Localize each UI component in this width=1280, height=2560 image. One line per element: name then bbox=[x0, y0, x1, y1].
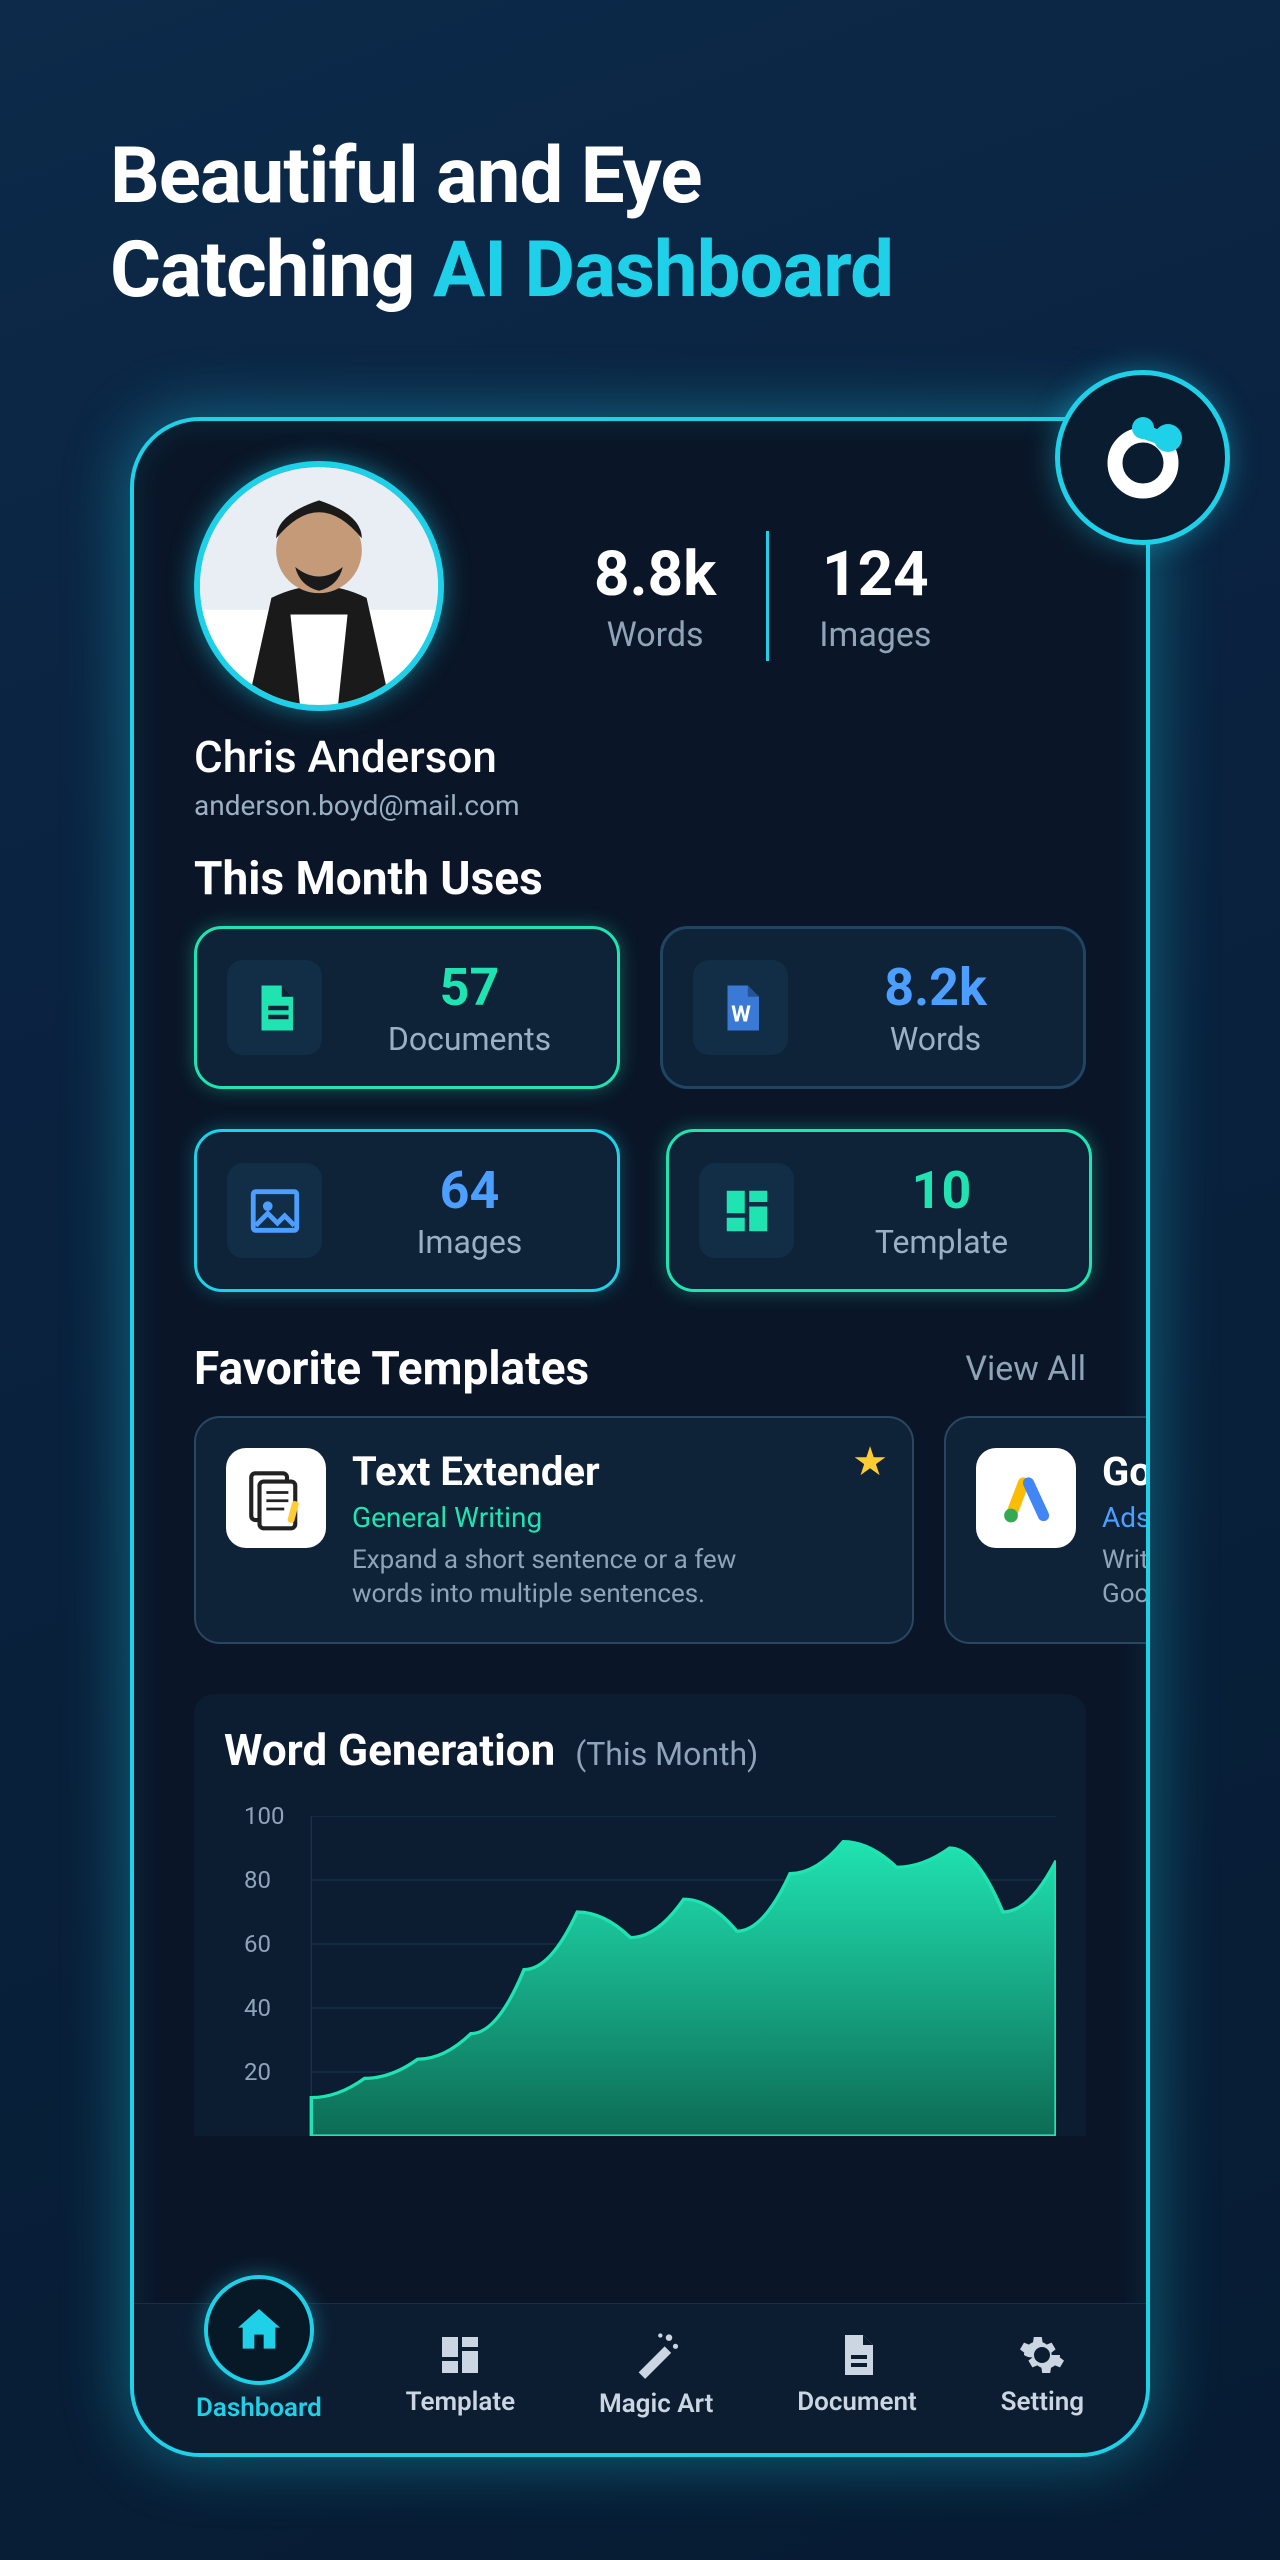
usage-value: 57 bbox=[352, 957, 587, 1018]
document-icon bbox=[227, 960, 322, 1055]
nav-label: Document bbox=[797, 2387, 917, 2417]
template-category: General Writing bbox=[352, 1501, 782, 1534]
template-title: Text Extender bbox=[352, 1448, 782, 1495]
chart-block: Word Generation (This Month) 100 80 60 4… bbox=[194, 1694, 1086, 2136]
user-block: Chris Anderson anderson.boyd@mail.com bbox=[164, 711, 1116, 822]
stat-words-value: 8.8k bbox=[594, 538, 716, 611]
google-ads-icon bbox=[976, 1448, 1076, 1548]
usage-label: Images bbox=[352, 1223, 587, 1261]
ytick: 60 bbox=[244, 1930, 271, 1958]
template-desc: Expand a short sentence or a few words i… bbox=[352, 1544, 782, 1612]
section-month-uses: This Month Uses bbox=[164, 822, 1116, 926]
usage-value: 8.2k bbox=[818, 957, 1053, 1018]
nav-label: Magic Art bbox=[599, 2389, 713, 2419]
user-name: Chris Anderson bbox=[194, 731, 1086, 783]
templates-row[interactable]: ★ Text Extender General Writing Expand a… bbox=[164, 1416, 1116, 1644]
usage-card-words[interactable]: W 8.2k Words bbox=[660, 926, 1086, 1089]
template-title: Go bbox=[1102, 1448, 1150, 1495]
bottom-nav: Dashboard Template Magic Art Document Se… bbox=[134, 2303, 1146, 2453]
hero-line1: Beautiful and Eye bbox=[110, 131, 702, 222]
usage-value: 64 bbox=[352, 1160, 587, 1221]
view-all-link[interactable]: View All bbox=[965, 1349, 1086, 1389]
ytick: 40 bbox=[244, 1994, 271, 2022]
user-email: anderson.boyd@mail.com bbox=[194, 789, 1086, 822]
nav-document[interactable]: Document bbox=[797, 2331, 917, 2417]
star-icon[interactable]: ★ bbox=[852, 1438, 888, 1485]
nav-label: Setting bbox=[1001, 2387, 1084, 2417]
phone-frame: 8.8k Words 124 Images Chris Anderson and… bbox=[130, 417, 1150, 2457]
nav-label: Dashboard bbox=[196, 2393, 322, 2423]
usage-label: Template bbox=[824, 1223, 1059, 1261]
nav-magic-art[interactable]: Magic Art bbox=[599, 2329, 713, 2419]
text-extender-icon bbox=[226, 1448, 326, 1548]
usage-card-documents[interactable]: 57 Documents bbox=[194, 926, 620, 1089]
template-card-google-ads[interactable]: Go Ads a Writ Goog bbox=[944, 1416, 1150, 1644]
stat-images-value: 124 bbox=[819, 538, 931, 611]
nav-dashboard[interactable]: Dashboard bbox=[196, 2325, 322, 2423]
ytick: 20 bbox=[244, 2058, 271, 2086]
ytick: 80 bbox=[244, 1866, 271, 1894]
hero-line2a: Catching bbox=[110, 225, 414, 316]
grid-icon bbox=[699, 1163, 794, 1258]
ytick: 100 bbox=[244, 1802, 284, 1830]
chart-subtitle: (This Month) bbox=[575, 1735, 758, 1773]
usage-value: 10 bbox=[824, 1160, 1059, 1221]
svg-text:W: W bbox=[731, 1001, 751, 1027]
chart-title: Word Generation bbox=[224, 1724, 555, 1776]
area-chart bbox=[254, 1816, 1056, 2136]
template-category: Ads a bbox=[1102, 1501, 1150, 1534]
home-icon[interactable] bbox=[204, 2275, 314, 2385]
stat-words: 8.8k Words bbox=[544, 538, 766, 655]
nav-setting[interactable]: Setting bbox=[1001, 2331, 1084, 2417]
chart-area: 100 80 60 40 20 bbox=[254, 1816, 1056, 2136]
usage-card-images[interactable]: 64 Images bbox=[194, 1129, 620, 1292]
avatar[interactable] bbox=[194, 461, 444, 711]
stat-images-label: Images bbox=[819, 615, 931, 655]
logo-icon bbox=[1093, 408, 1193, 508]
nav-label: Template bbox=[406, 2387, 515, 2417]
wand-icon bbox=[630, 2329, 682, 2381]
stat-images: 124 Images bbox=[769, 538, 981, 655]
hero-line2b: AI Dashboard bbox=[433, 225, 893, 316]
hero-heading: Beautiful and Eye Catching AI Dashboard bbox=[0, 0, 1280, 357]
usage-label: Documents bbox=[352, 1020, 587, 1058]
gear-icon bbox=[1018, 2331, 1066, 2379]
template-desc: Writ Goog bbox=[1102, 1544, 1150, 1612]
document-icon bbox=[833, 2331, 881, 2379]
top-stats: 8.8k Words 124 Images bbox=[544, 531, 981, 661]
image-icon bbox=[227, 1163, 322, 1258]
template-card-text-extender[interactable]: ★ Text Extender General Writing Expand a… bbox=[194, 1416, 914, 1644]
nav-template[interactable]: Template bbox=[406, 2331, 515, 2417]
stat-words-label: Words bbox=[594, 615, 716, 655]
word-icon: W bbox=[693, 960, 788, 1055]
favorite-templates-title: Favorite Templates bbox=[194, 1342, 589, 1396]
usage-label: Words bbox=[818, 1020, 1053, 1058]
app-logo-badge bbox=[1055, 370, 1230, 545]
grid-icon bbox=[436, 2331, 484, 2379]
usage-grid: 57 Documents W 8.2k Words 64 Images bbox=[164, 926, 1116, 1292]
usage-card-template[interactable]: 10 Template bbox=[666, 1129, 1092, 1292]
